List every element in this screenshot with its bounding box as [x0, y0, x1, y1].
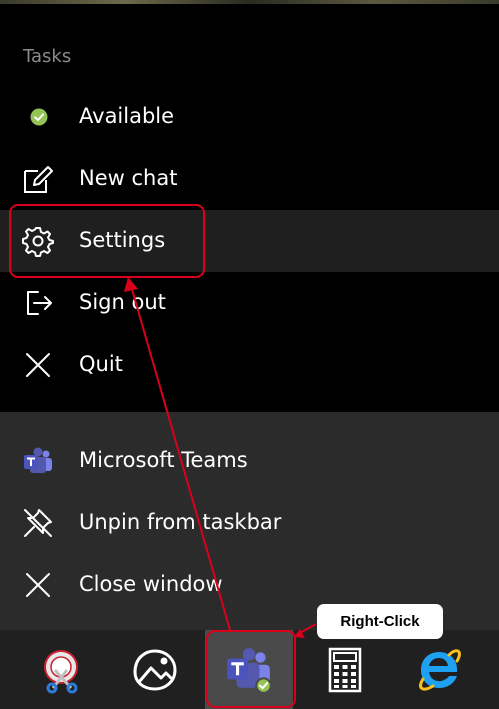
sign-out-icon	[27, 291, 52, 315]
menu-item-microsoft-teams[interactable]: Microsoft Teams	[0, 430, 499, 492]
menu-item-label: Close window	[79, 572, 223, 596]
snipping-tool-icon	[44, 650, 78, 694]
taskbar-app-snipping-tool[interactable]	[17, 630, 105, 709]
menu-item-quit[interactable]: Quit	[0, 334, 499, 396]
menu-item-label: New chat	[79, 166, 178, 190]
calculator-icon	[328, 647, 362, 693]
menu-item-available[interactable]: Available	[0, 86, 499, 148]
status-available-icon	[30, 108, 48, 126]
taskbar-app-photos[interactable]	[111, 630, 199, 709]
close-icon	[26, 353, 50, 377]
right-click-callout: Right-Click	[317, 604, 443, 639]
taskbar-app-calculator[interactable]	[301, 630, 389, 709]
section-label-tasks: Tasks	[23, 46, 72, 67]
menu-item-sign-out[interactable]: Sign out	[0, 272, 499, 334]
menu-item-new-chat[interactable]: New chat	[0, 148, 499, 210]
close-icon	[26, 573, 50, 597]
menu-item-label: Microsoft Teams	[79, 448, 248, 472]
unpin-icon	[24, 509, 52, 537]
menu-item-label: Unpin from taskbar	[79, 510, 282, 534]
teams-icon	[24, 447, 52, 473]
settings-highlight-box	[9, 204, 205, 278]
menu-item-label: Available	[79, 104, 175, 128]
photos-icon	[133, 649, 177, 691]
internet-explorer-icon	[419, 649, 461, 691]
taskbar-app-internet-explorer[interactable]	[397, 630, 485, 709]
menu-item-label: Sign out	[79, 290, 166, 314]
menu-item-label: Quit	[79, 352, 123, 376]
teams-highlight-box	[206, 630, 296, 708]
compose-icon	[24, 166, 53, 193]
menu-item-unpin-from-taskbar[interactable]: Unpin from taskbar	[0, 492, 499, 554]
